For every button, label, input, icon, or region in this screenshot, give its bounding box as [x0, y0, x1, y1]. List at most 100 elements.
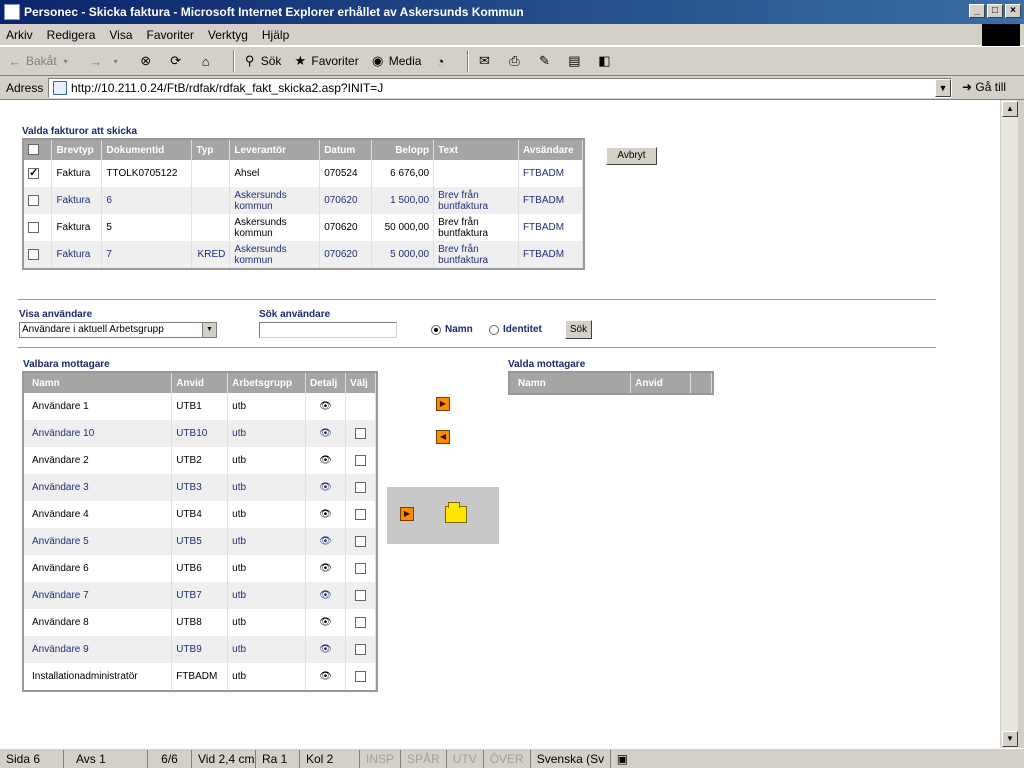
recipient-row[interactable]: Användare 6 UTB6 utb 👁	[24, 555, 376, 582]
recipient-checkbox[interactable]	[355, 535, 366, 547]
vertical-scrollbar[interactable]: ▲ ▼	[1000, 100, 1018, 748]
recipient-row[interactable]: Användare 5 UTB5 utb 👁	[24, 528, 376, 555]
scroll-up-icon[interactable]: ▲	[1002, 101, 1018, 117]
add-recipient-arrow-icon[interactable]: ▶	[436, 397, 450, 411]
recipient-checkbox[interactable]	[355, 508, 366, 520]
invoice-row[interactable]: Faktura 5 Askersunds kommun 070620 50 00…	[24, 214, 584, 241]
folder-icon[interactable]	[445, 502, 467, 523]
eye-icon[interactable]: 👁	[319, 401, 332, 412]
recipient-checkbox[interactable]	[355, 670, 366, 682]
recipient-checkbox[interactable]	[355, 562, 366, 574]
favorites-button[interactable]: ★ Favoriter	[291, 52, 359, 70]
eye-icon[interactable]: 👁	[319, 617, 332, 628]
window-title: Personec - Skicka faktura - Microsoft In…	[24, 5, 524, 19]
go-button[interactable]: ➜ Gå till	[962, 80, 1006, 94]
select-all-checkbox[interactable]	[28, 144, 39, 156]
recipient-row[interactable]: Användare 9 UTB9 utb 👁	[24, 636, 376, 663]
windows-logo-icon	[982, 24, 1020, 46]
menu-redigera[interactable]: Redigera	[47, 28, 96, 42]
invoice-checkbox[interactable]	[28, 221, 39, 233]
edit-button[interactable]: ✎	[535, 52, 555, 70]
remove-recipient-arrow-icon[interactable]: ◀	[436, 430, 450, 444]
discuss-button[interactable]: ▤	[565, 52, 585, 70]
eye-icon[interactable]: 👁	[319, 590, 332, 601]
recipient-checkbox[interactable]	[355, 643, 366, 655]
recipient-anvid: UTB4	[171, 501, 229, 528]
status-section: Avs 1	[64, 749, 148, 768]
recipient-anvid: UTB1	[171, 393, 229, 420]
recipient-anvid: UTB8	[171, 609, 229, 636]
eye-icon[interactable]: 👁	[319, 644, 332, 655]
radio-name[interactable]: Namn	[431, 324, 473, 335]
eye-icon[interactable]: 👁	[319, 509, 332, 520]
recipient-row[interactable]: Användare 3 UTB3 utb 👁	[24, 474, 376, 501]
home-button[interactable]: ⌂	[197, 52, 217, 70]
menu-arkiv[interactable]: Arkiv	[6, 28, 33, 42]
recipient-checkbox[interactable]	[355, 616, 366, 628]
eye-icon[interactable]: 👁	[319, 482, 332, 493]
stop-button[interactable]: ⊗	[137, 52, 157, 70]
available-table: Namn Anvid Arbetsgrupp Detalj Välj Använ…	[22, 371, 378, 692]
invoice-datum: 070620	[319, 214, 373, 241]
eye-icon[interactable]: 👁	[319, 455, 332, 466]
invoice-row[interactable]: Faktura 6 Askersunds kommun 070620 1 500…	[24, 187, 584, 214]
search-users-input[interactable]	[259, 322, 397, 338]
recipient-name: Användare 4	[24, 501, 173, 528]
eye-icon[interactable]: 👁	[319, 536, 332, 547]
messenger-button[interactable]: ◧	[595, 52, 615, 70]
cancel-button[interactable]: Avbryt	[606, 147, 657, 165]
invoice-checkbox[interactable]	[28, 194, 39, 206]
media-button[interactable]: ◉ Media	[369, 52, 421, 70]
recipient-name: Installationadministratör	[24, 663, 173, 690]
recipient-row[interactable]: Användare 8 UTB8 utb 👁	[24, 609, 376, 636]
mail-button[interactable]: ✉	[475, 52, 495, 70]
menu-verktyg[interactable]: Verktyg	[208, 28, 248, 42]
invoice-checkbox[interactable]	[28, 248, 39, 260]
favorites-icon: ★	[294, 53, 307, 68]
maximize-button[interactable]: □	[987, 4, 1003, 18]
history-button[interactable]: ◔	[431, 52, 451, 70]
recipient-row[interactable]: Installationadministratör FTBADM utb 👁	[24, 663, 376, 690]
address-input[interactable]: http://10.211.0.24/FtB/rdfak/rdfak_fakt_…	[48, 78, 952, 98]
search-label: Sök	[260, 54, 282, 68]
address-dropdown[interactable]: ▼	[935, 79, 951, 97]
recipient-row[interactable]: Användare 2 UTB2 utb 👁	[24, 447, 376, 474]
recipient-name: Användare 1	[24, 393, 173, 420]
invoice-row[interactable]: Faktura TTOLK0705122 Ahsel 070524 6 676,…	[24, 160, 584, 187]
eye-icon[interactable]: 👁	[319, 671, 332, 682]
recipient-checkbox[interactable]	[355, 481, 366, 493]
radio-identity[interactable]: Identitet	[489, 324, 542, 335]
recipient-row[interactable]: Användare 4 UTB4 utb 👁	[24, 501, 376, 528]
refresh-button[interactable]: ⟳	[167, 52, 187, 70]
recipient-row[interactable]: Användare 1 UTB1 utb 👁	[24, 393, 376, 420]
scroll-down-icon[interactable]: ▼	[1002, 731, 1018, 747]
recipient-checkbox[interactable]	[355, 454, 366, 466]
print-button[interactable]: ⎙	[505, 52, 525, 70]
recipient-row[interactable]: Användare 10 UTB10 utb 👁	[24, 420, 376, 447]
ie-icon	[4, 4, 20, 20]
radio-name-dot	[431, 324, 441, 335]
status-position: Vid 2,4 cm	[192, 749, 256, 768]
close-button[interactable]: ×	[1005, 4, 1021, 18]
invoice-row[interactable]: Faktura 7 KRED Askersunds kommun 070620 …	[24, 241, 584, 268]
search-button[interactable]: ⚲ Sök	[241, 52, 282, 70]
minimize-button[interactable]: _	[969, 4, 985, 18]
search-button[interactable]: Sök	[565, 320, 592, 339]
menu-favoriter[interactable]: Favoriter	[147, 28, 194, 42]
recipient-checkbox[interactable]	[355, 427, 366, 439]
forward-button[interactable]: → ▾	[87, 52, 127, 70]
invoice-checkbox[interactable]	[28, 166, 39, 179]
recipient-row[interactable]: Användare 7 UTB7 utb 👁	[24, 582, 376, 609]
open-group-arrow-icon[interactable]: ▶	[400, 507, 414, 521]
eye-icon[interactable]: 👁	[319, 563, 332, 574]
recipient-checkbox[interactable]	[355, 589, 366, 601]
invoice-belopp: 1 500,00	[371, 187, 435, 214]
show-users-select[interactable]: Användare i aktuell Arbetsgrupp ▼	[19, 322, 217, 338]
menu-hjalp[interactable]: Hjälp	[262, 28, 289, 42]
status-page: Sida 6	[0, 749, 64, 768]
menu-visa[interactable]: Visa	[109, 28, 132, 42]
back-button[interactable]: ← Bakåt ▾	[6, 52, 77, 70]
eye-icon[interactable]: 👁	[319, 428, 332, 439]
recipient-anvid: UTB2	[171, 447, 229, 474]
selected-table: Namn Anvid	[508, 371, 714, 395]
